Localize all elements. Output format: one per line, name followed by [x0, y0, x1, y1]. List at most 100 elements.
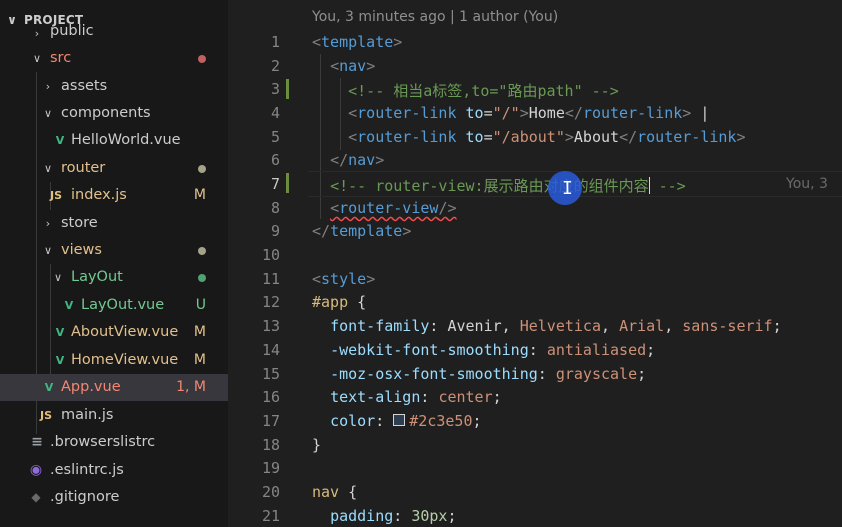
- git-blame-header[interactable]: You, 3 minutes ago | 1 author (You): [312, 9, 558, 25]
- tree-item-label: src: [50, 50, 72, 66]
- line-number: 13: [261, 317, 280, 335]
- code-line-13[interactable]: font-family: Avenir, Helvetica, Arial, s…: [312, 317, 782, 335]
- code-line-7[interactable]: <!-- router-view:展示路由对应的组件内容 -->: [312, 175, 686, 196]
- line-number: 17: [261, 412, 280, 430]
- git-modified-marker: [286, 173, 289, 193]
- code-line-12[interactable]: #app {: [312, 293, 366, 311]
- line-number: 4: [270, 104, 280, 122]
- code-line-18[interactable]: }: [312, 436, 321, 454]
- tree-item-store[interactable]: › store: [0, 210, 228, 237]
- tree-item-public[interactable]: › public: [0, 20, 228, 47]
- tree-item-label: main.js: [61, 407, 114, 423]
- code-line-17[interactable]: color: #2c3e50;: [312, 412, 481, 430]
- code-line-3[interactable]: <!-- 相当a标签,to="路由path" -->: [312, 80, 619, 101]
- tree-item-helloworld-vue[interactable]: V HelloWorld.vue: [0, 127, 228, 154]
- chevron-right-icon: ›: [45, 80, 51, 93]
- tree-item-label: .browserslistrc: [50, 434, 156, 450]
- code-line-6[interactable]: </nav>: [312, 151, 384, 169]
- line-number: 15: [261, 365, 280, 383]
- status-dot: [198, 274, 206, 282]
- git-status-badge: U: [195, 297, 206, 313]
- line-number: 14: [261, 341, 280, 359]
- code-line-11[interactable]: <style>: [312, 270, 375, 288]
- code-line-20[interactable]: nav {: [312, 483, 357, 501]
- tree-item-views[interactable]: ∨ views: [0, 237, 228, 264]
- line-number: 18: [261, 436, 280, 454]
- tree-item-layout-folder[interactable]: ∨ LayOut: [0, 264, 228, 291]
- tree-item-main-js[interactable]: JS main.js: [0, 402, 228, 429]
- tree-item-router[interactable]: ∨ router: [0, 155, 228, 182]
- git-icon: ◆: [31, 490, 41, 504]
- tree-item-eslintrc[interactable]: ◉ .eslintrc.js: [0, 457, 228, 484]
- color-swatch-icon[interactable]: [393, 414, 406, 426]
- chevron-down-icon: ∨: [32, 52, 42, 65]
- line-number: 3: [270, 80, 280, 98]
- vue-file-icon: V: [44, 381, 54, 394]
- eslint-icon: ◉: [29, 462, 43, 478]
- tree-item-label: index.js: [71, 187, 127, 203]
- line-number: 20: [261, 483, 280, 501]
- tree-item-clipped: [0, 511, 228, 527]
- tree-item-homeview-vue[interactable]: V HomeView.vue M: [0, 347, 228, 374]
- tree-item-index-js[interactable]: JS index.js M: [0, 182, 228, 209]
- chevron-right-icon: ›: [34, 27, 40, 40]
- tree-item-label: views: [61, 242, 102, 258]
- vue-file-icon: V: [55, 354, 65, 367]
- line-number: 8: [270, 199, 280, 217]
- chevron-right-icon: ›: [45, 217, 51, 230]
- line-number: 16: [261, 388, 280, 406]
- js-file-icon: JS: [49, 189, 62, 202]
- tree-item-assets[interactable]: › assets: [0, 73, 228, 100]
- chevron-down-icon: ∨: [53, 271, 63, 284]
- line-number: 9: [270, 222, 280, 240]
- tree-item-label: HomeView.vue: [71, 352, 179, 368]
- tree-item-label: router: [61, 160, 106, 176]
- tree-item-label: LayOut.vue: [81, 297, 165, 313]
- code-line-21[interactable]: padding: 30px;: [312, 507, 456, 525]
- status-dot: [198, 247, 206, 255]
- line-number: 12: [261, 293, 280, 311]
- vue-file-icon: V: [55, 134, 65, 147]
- code-line-15[interactable]: -moz-osx-font-smoothing: grayscale;: [312, 365, 646, 383]
- code-line-14[interactable]: -webkit-font-smoothing: antialiased;: [312, 341, 655, 359]
- vue-file-icon: V: [64, 299, 74, 312]
- tree-item-label: AboutView.vue: [71, 324, 179, 340]
- line-number: 10: [261, 246, 280, 264]
- tree-item-label: .gitignore: [50, 489, 120, 505]
- line-number: 19: [261, 459, 280, 477]
- chevron-down-icon: ∨: [43, 244, 53, 257]
- js-file-icon: JS: [39, 409, 52, 422]
- tree-item-aboutview-vue[interactable]: V AboutView.vue M: [0, 319, 228, 346]
- settings-file-icon: ≡: [31, 434, 43, 450]
- tree-item-label: LayOut: [71, 269, 123, 285]
- tree-item-label: components: [61, 105, 151, 121]
- tree-item-label: App.vue: [61, 379, 121, 395]
- git-modified-marker: [286, 79, 289, 99]
- tree-item-app-vue[interactable]: V App.vue 1, M: [0, 374, 228, 401]
- git-status-badge: 1, M: [176, 379, 206, 395]
- code-line-2[interactable]: <nav>: [312, 57, 375, 75]
- line-number: 6: [270, 151, 280, 169]
- code-line-4[interactable]: <router-link to="/">Home</router-link> |: [312, 104, 709, 122]
- tree-item-gitignore[interactable]: ◆ .gitignore: [0, 484, 228, 511]
- tree-item-components[interactable]: ∨ components: [0, 100, 228, 127]
- line-number: 1: [270, 33, 280, 51]
- tree-item-label: assets: [61, 78, 108, 94]
- git-status-badge: M: [193, 324, 206, 340]
- vue-file-icon: V: [55, 326, 65, 339]
- line-number: 5: [270, 128, 280, 146]
- code-line-9[interactable]: </template>: [312, 222, 411, 240]
- code-line-5[interactable]: <router-link to="/about">About</router-l…: [312, 128, 745, 146]
- code-editor[interactable]: You, 3 minutes ago | 1 author (You) 1 2 …: [228, 0, 842, 527]
- tree-item-src[interactable]: ∨ src: [0, 45, 228, 72]
- line-number: 11: [261, 270, 280, 288]
- code-line-8[interactable]: <router-view/>: [312, 199, 456, 217]
- tree-item-label: store: [61, 215, 98, 231]
- tree-item-layout-vue[interactable]: V LayOut.vue U: [0, 292, 228, 319]
- tree-item-browserslistrc[interactable]: ≡ .browserslistrc: [0, 429, 228, 456]
- code-line-1[interactable]: <template>: [312, 33, 402, 51]
- line-number: 7: [270, 175, 280, 193]
- ibeam-cursor-icon: I: [562, 178, 573, 199]
- code-line-16[interactable]: text-align: center;: [312, 388, 502, 406]
- git-status-badge: M: [193, 352, 206, 368]
